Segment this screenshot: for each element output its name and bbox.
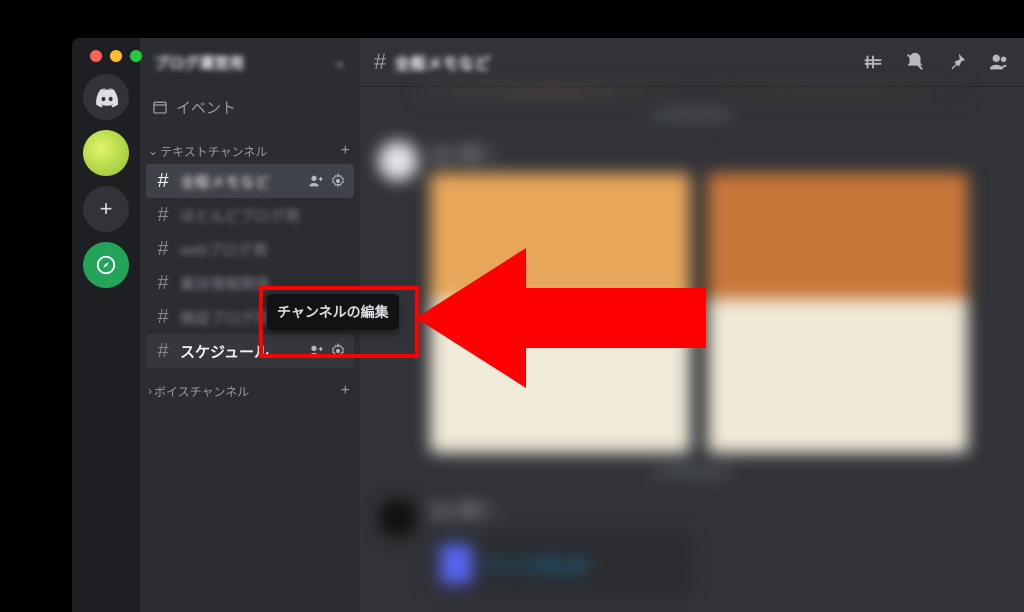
file-name: ファイル名.pdf (480, 552, 587, 576)
category-label: テキストチャンネル (160, 143, 267, 160)
channel-item[interactable]: # webブログ用 (146, 232, 354, 266)
date-divider: 2023年9月5日 (378, 106, 1006, 123)
events-label: イベント (176, 97, 236, 118)
message-author: ユーザー (430, 141, 1006, 165)
server-header[interactable]: ブログ運営用 ⌄ (140, 38, 360, 86)
chevron-down-icon: ⌄ (148, 144, 158, 158)
channel-list: # 全般メモなど # ほとんどブログ用 # webブログ用 # 裏技情報関係 # (140, 164, 360, 368)
image-row (418, 88, 966, 96)
add-channel-icon[interactable]: + (341, 142, 350, 160)
category-voice[interactable]: › ボイスチャンネル + (140, 368, 360, 404)
threads-icon[interactable] (862, 51, 884, 73)
channel-label: スケジュール (180, 341, 300, 362)
hash-icon: # (154, 340, 172, 363)
message: ユーザー (378, 141, 1006, 453)
window-minimize-button[interactable] (110, 50, 122, 62)
channel-title: 全般メモなど (394, 50, 854, 74)
channel-label: 全般メモなど (180, 171, 300, 192)
file-icon (440, 544, 472, 584)
calendar-icon (152, 99, 168, 115)
message: ユーザー ファイル名.pdf (378, 498, 1006, 594)
avatar[interactable] (378, 141, 418, 181)
chat-messages[interactable]: 2023年9月5日 ユーザー 2023年9月5日 ユーザー (360, 86, 1024, 612)
date-divider: 2023年9月5日 (378, 463, 1006, 480)
channel-label: webブログ用 (180, 239, 346, 260)
gear-icon[interactable] (330, 343, 346, 359)
avatar[interactable] (378, 498, 418, 538)
image-attachment[interactable] (430, 173, 690, 453)
channel-item[interactable]: # ほとんどブログ用 (146, 198, 354, 232)
channel-item-schedule[interactable]: # スケジュール (146, 334, 354, 368)
invite-icon[interactable] (308, 343, 324, 359)
hash-icon: # (154, 204, 172, 227)
pin-icon[interactable] (946, 51, 968, 73)
invite-icon[interactable] (308, 173, 324, 189)
add-channel-icon[interactable]: + (341, 382, 350, 400)
category-label: ボイスチャンネル (154, 383, 249, 400)
chat-main: # 全般メモなど 2023年9月5日 ユーザー (360, 38, 1024, 612)
image-attachment[interactable] (708, 173, 968, 453)
category-text[interactable]: ⌄ テキストチャンネル + (140, 128, 360, 164)
server-button-selected[interactable] (83, 130, 129, 176)
hash-icon: # (154, 170, 172, 193)
hash-icon: # (154, 238, 172, 261)
window-close-button[interactable] (90, 50, 102, 62)
explore-servers-button[interactable] (83, 242, 129, 288)
file-attachment[interactable]: ファイル名.pdf (430, 534, 690, 594)
chevron-down-icon: ⌄ (333, 53, 346, 71)
chevron-right-icon: › (148, 384, 152, 398)
gear-icon[interactable] (330, 173, 346, 189)
server-name: ブログ運営用 (154, 52, 244, 73)
hash-icon: # (154, 306, 172, 329)
notifications-icon[interactable] (904, 51, 926, 73)
chat-header: # 全般メモなど (360, 38, 1024, 86)
discord-logo-icon (93, 84, 119, 110)
add-server-button[interactable]: + (83, 186, 129, 232)
hash-icon: # (374, 49, 386, 75)
window-maximize-button[interactable] (130, 50, 142, 62)
tooltip-edit-channel: チャンネルの編集 (267, 294, 399, 330)
server-rail: + (72, 38, 140, 612)
home-server-button[interactable] (83, 74, 129, 120)
compass-icon (95, 254, 117, 276)
members-icon[interactable] (988, 51, 1010, 73)
message-author: ユーザー (430, 498, 1006, 522)
channel-item[interactable]: # 全般メモなど (146, 164, 354, 198)
app-window: + ブログ運営用 ⌄ イベント ⌄ テキストチャンネル + # 全般メモなど (72, 38, 1024, 612)
events-button[interactable]: イベント (140, 86, 360, 128)
hash-icon: # (154, 272, 172, 295)
channel-label: 裏技情報関係 (180, 273, 346, 294)
channel-label: ほとんどブログ用 (180, 205, 346, 226)
